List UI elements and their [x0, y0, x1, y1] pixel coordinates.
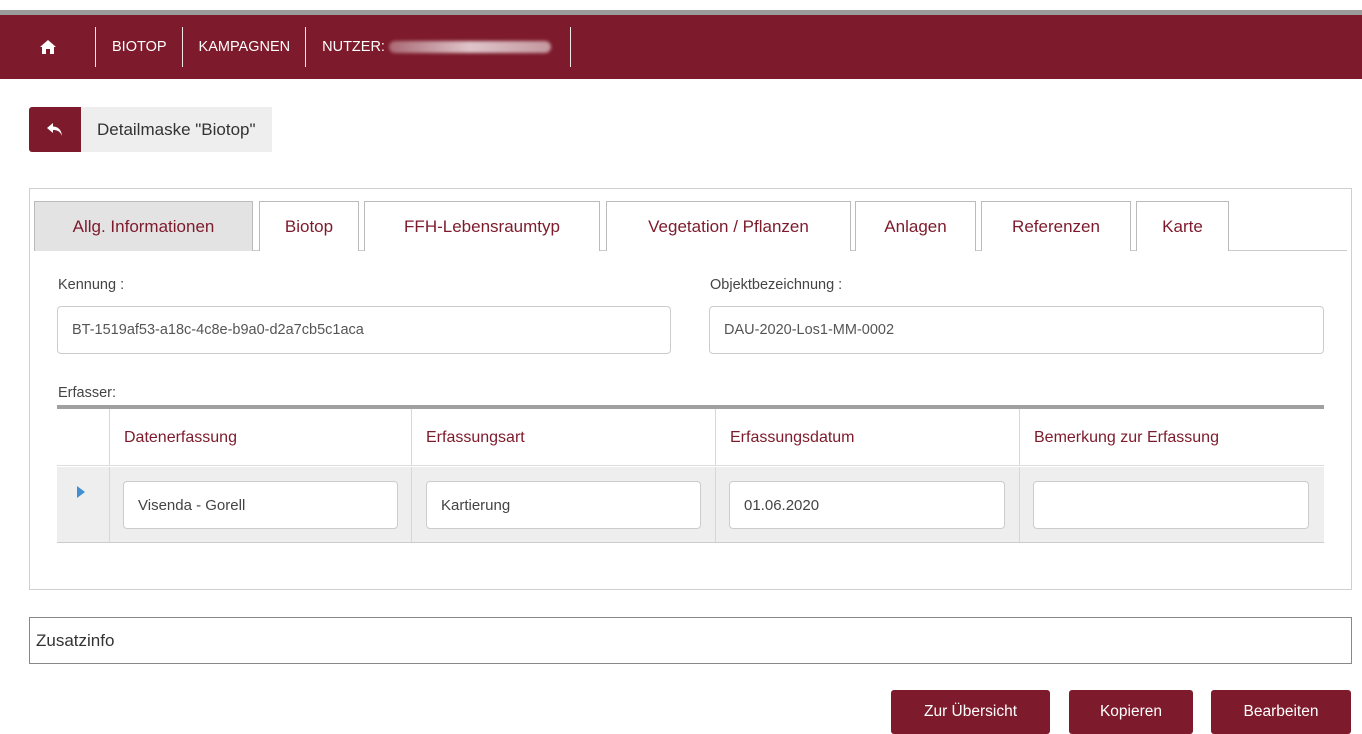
- table-row[interactable]: Visenda - Gorell Kartierung 01.06.2020: [57, 467, 1324, 543]
- top-navbar: BIOTOP KAMPAGNEN NUTZER:: [0, 15, 1362, 79]
- overview-button[interactable]: Zur Übersicht: [891, 690, 1050, 734]
- zusatzinfo-panel[interactable]: Zusatzinfo: [29, 617, 1352, 664]
- nav-kampagnen[interactable]: KAMPAGNEN: [183, 15, 307, 79]
- kennung-label: Kennung :: [58, 277, 125, 293]
- tab-label: Anlagen: [884, 216, 947, 236]
- column-header-datenerfassung[interactable]: Datenerfassung: [124, 409, 237, 466]
- erfassungsdatum-input[interactable]: 01.06.2020: [729, 481, 1005, 529]
- bemerkung-input[interactable]: [1033, 481, 1309, 529]
- detail-panel: Allg. Informationen Biotop FFH-Lebensrau…: [29, 188, 1352, 590]
- tab-label: Allg. Informationen: [72, 216, 215, 236]
- tab-biotop[interactable]: Biotop: [259, 201, 359, 251]
- nav-biotop-label: BIOTOP: [112, 39, 167, 55]
- nav-user-label: NUTZER:: [322, 39, 385, 55]
- redacted-username: [388, 41, 551, 53]
- objektbezeichnung-field[interactable]: DAU-2020-Los1-MM-0002: [709, 306, 1324, 354]
- tab-bar: Allg. Informationen Biotop FFH-Lebensrau…: [34, 201, 1347, 251]
- column-divider: [1019, 409, 1020, 465]
- row-indicator-icon: [77, 486, 85, 498]
- datenerfassung-input[interactable]: Visenda - Gorell: [123, 481, 398, 529]
- column-divider: [109, 467, 110, 542]
- erfasser-label: Erfasser:: [58, 385, 117, 401]
- tab-label: FFH-Lebensraumtyp: [404, 216, 560, 236]
- kennung-field[interactable]: BT-1519af53-a18c-4c8e-b9a0-d2a7cb5c1aca: [57, 306, 671, 354]
- tab-label: Referenzen: [1012, 216, 1100, 236]
- column-divider: [715, 409, 716, 465]
- tab-label: Vegetation / Pflanzen: [648, 216, 809, 236]
- nav-user[interactable]: NUTZER:: [306, 15, 571, 79]
- column-divider: [411, 409, 412, 465]
- page-title: Detailmaske "Biotop": [81, 107, 272, 152]
- erfasser-grid: Datenerfassung Erfassungsart Erfassungsd…: [57, 405, 1324, 543]
- copy-button[interactable]: Kopieren: [1069, 690, 1193, 734]
- erfassungsart-input[interactable]: Kartierung: [426, 481, 701, 529]
- tab-referenzen[interactable]: Referenzen: [981, 201, 1131, 251]
- reply-arrow-icon: [47, 122, 62, 136]
- zusatzinfo-label: Zusatzinfo: [36, 630, 115, 650]
- home-icon: [40, 40, 56, 54]
- objektbezeichnung-label: Objektbezeichnung :: [710, 277, 843, 293]
- grid-header-row: Datenerfassung Erfassungsart Erfassungsd…: [57, 409, 1324, 466]
- column-header-bemerkung[interactable]: Bemerkung zur Erfassung: [1034, 409, 1219, 466]
- column-divider: [1019, 467, 1020, 542]
- column-header-erfassungsart[interactable]: Erfassungsart: [426, 409, 525, 466]
- tab-karte[interactable]: Karte: [1136, 201, 1229, 251]
- nav-kampagnen-label: KAMPAGNEN: [198, 39, 291, 55]
- tab-label: Karte: [1162, 216, 1203, 236]
- tab-allg-informationen[interactable]: Allg. Informationen: [34, 201, 253, 251]
- tab-label: Biotop: [284, 216, 334, 236]
- tab-anlagen[interactable]: Anlagen: [855, 201, 976, 251]
- column-divider: [109, 409, 110, 465]
- column-divider: [715, 467, 716, 542]
- edit-button[interactable]: Bearbeiten: [1211, 690, 1351, 734]
- tab-ffh-lebensraumtyp[interactable]: FFH-Lebensraumtyp: [364, 201, 600, 251]
- column-divider: [411, 467, 412, 542]
- back-button[interactable]: [29, 107, 81, 152]
- tab-vegetation-pflanzen[interactable]: Vegetation / Pflanzen: [606, 201, 851, 251]
- nav-biotop[interactable]: BIOTOP: [96, 15, 183, 79]
- nav-home[interactable]: [0, 15, 96, 79]
- column-header-erfassungsdatum[interactable]: Erfassungsdatum: [730, 409, 855, 466]
